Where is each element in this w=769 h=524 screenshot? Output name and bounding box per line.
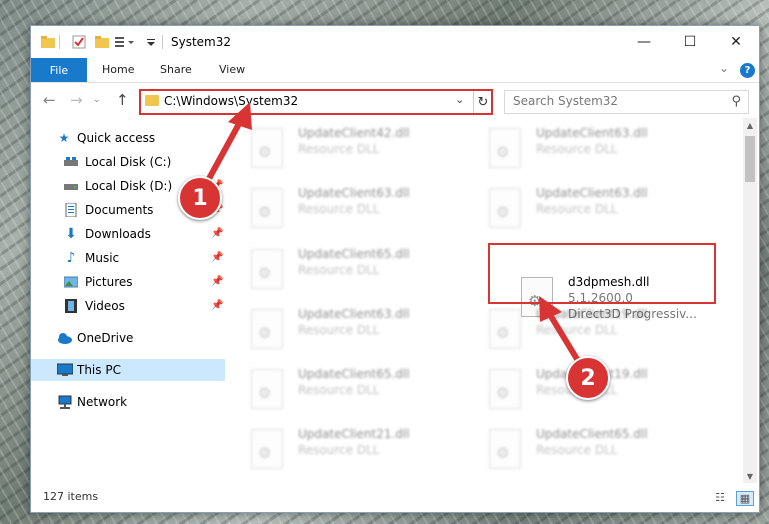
callout-2: 2: [566, 356, 610, 400]
callout-1: 1: [178, 176, 222, 220]
annotation-arrows: [202, 102, 583, 367]
